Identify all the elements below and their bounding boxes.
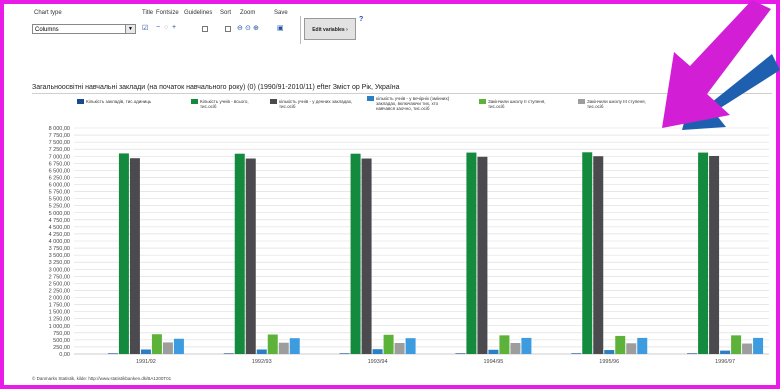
magenta-arrow-icon bbox=[662, 0, 771, 128]
annotation-overlay bbox=[662, 0, 780, 130]
